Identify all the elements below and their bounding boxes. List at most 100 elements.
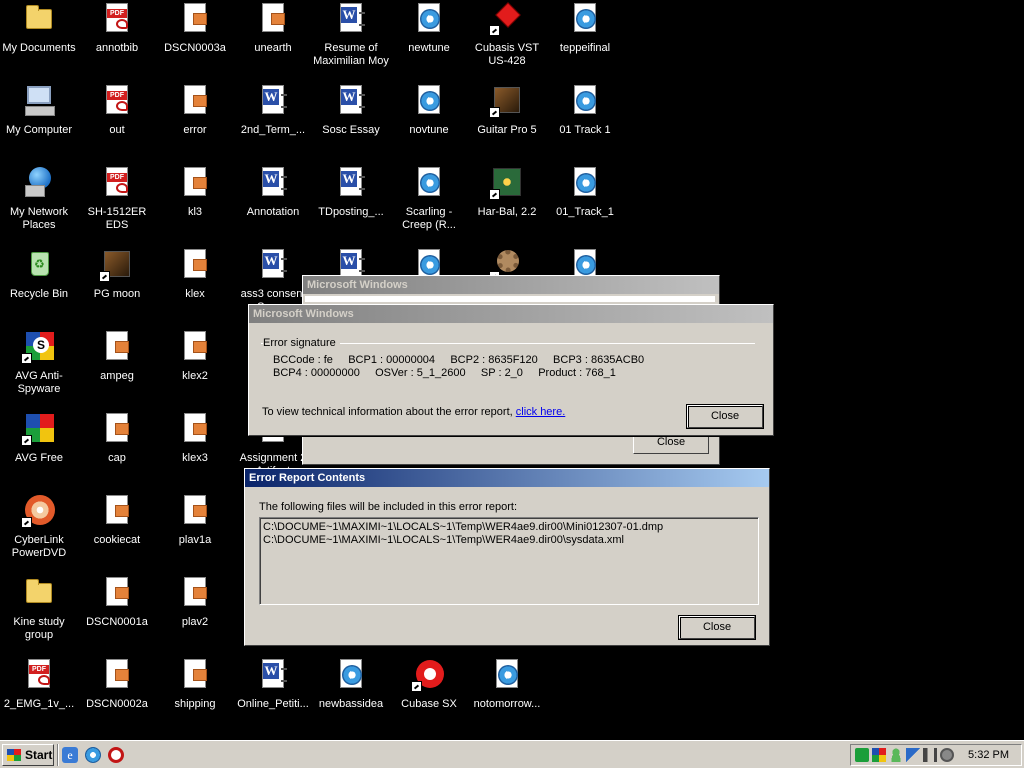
desktop-icon[interactable]: W Online_Petiti... [234, 658, 312, 711]
volume-tray-icon[interactable] [923, 748, 937, 762]
desktop-icon[interactable]: 01_Track_1 [546, 166, 624, 219]
desktop-icon-label: AVG Free [14, 452, 64, 464]
network-tray-icon[interactable] [906, 748, 920, 762]
desktop-icon[interactable]: PG moon [78, 248, 156, 301]
desktop-icon-label: Recycle Bin [9, 288, 69, 300]
desktop-icon-label: notomorrow... [473, 698, 541, 710]
desktop-icon[interactable]: PDF 2_EMG_1v_... [0, 658, 78, 711]
start-button[interactable]: Start [2, 744, 54, 766]
desktop-icon[interactable]: novtune [390, 84, 468, 137]
desktop-icon[interactable]: 01 Track 1 [546, 84, 624, 137]
desktop-icon[interactable]: DSCN0003a [156, 2, 234, 55]
guitar-pro-icon [489, 84, 523, 118]
desktop-icon-label: SH-1512ER EDS [87, 206, 147, 231]
desktop-icon[interactable]: CyberLink PowerDVD [0, 494, 78, 560]
desktop-icon[interactable]: Recycle Bin [0, 248, 78, 301]
shortcut-arrow-icon [99, 271, 110, 282]
desktop-icon[interactable]: Har-Bal, 2.2 [468, 166, 546, 219]
click-here-link[interactable]: click here. [516, 406, 566, 418]
desktop-icon[interactable]: My Computer [0, 84, 78, 137]
clock[interactable]: 5:32 PM [968, 745, 1009, 765]
back-dialog-titlebar[interactable]: Microsoft Windows [303, 276, 719, 294]
desktop-icon[interactable]: AVG Free [0, 412, 78, 465]
taskbar-separator [57, 744, 59, 766]
media-file-icon [491, 658, 523, 690]
update-tray-icon[interactable] [940, 748, 954, 762]
desktop-icon-label: plav1a [178, 534, 212, 546]
desktop-icon[interactable]: klex3 [156, 412, 234, 465]
desktop-icon[interactable]: unearth [234, 2, 312, 55]
desktop-icon-label: Resume of Maximilian Moy [313, 42, 389, 67]
desktop-icon-label: kl3 [187, 206, 203, 218]
error-close-button[interactable]: Close [687, 405, 763, 428]
desktop-icon-label: DSCN0001a [86, 616, 148, 628]
network-places-icon [23, 166, 55, 198]
my-computer-icon [23, 84, 55, 116]
desktop-icon[interactable]: notomorrow... [468, 658, 546, 711]
desktop-icon[interactable]: DSCN0001a [78, 576, 156, 629]
desktop-icon[interactable]: shipping [156, 658, 234, 711]
signature-line-1: BCCode : fe BCP1 : 00000004 BCP2 : 8635F… [273, 354, 645, 366]
contents-close-button[interactable]: Close [679, 616, 755, 639]
desktop-icon-label: DSCN0002a [86, 698, 148, 710]
desktop-icon-label: Har-Bal, 2.2 [477, 206, 537, 218]
spyware-tray-icon[interactable] [855, 748, 869, 762]
desktop-icon[interactable]: Cubasis VST US-428 [468, 2, 546, 68]
desktop-icon[interactable]: klex [156, 248, 234, 301]
media-file-icon [335, 658, 367, 690]
desktop-icon[interactable]: cookiecat [78, 494, 156, 547]
image-file-icon [179, 494, 211, 526]
desktop-icon[interactable]: PDF out [78, 84, 156, 137]
error-dialog-titlebar[interactable]: Microsoft Windows [249, 305, 773, 323]
desktop-icon[interactable]: PDF SH-1512ER EDS [78, 166, 156, 232]
avg-tray-icon[interactable] [872, 748, 886, 762]
desktop-icon[interactable]: Scarling - Creep (R... [390, 166, 468, 232]
desktop-icon-label: plav2 [181, 616, 209, 628]
desktop-icon[interactable]: Cubase SX [390, 658, 468, 711]
messenger-tray-icon[interactable] [889, 748, 903, 762]
image-file-icon [179, 248, 211, 280]
image-file-icon [101, 658, 133, 690]
start-label: Start [25, 748, 53, 762]
desktop-icon[interactable]: W Annotation [234, 166, 312, 219]
contents-dialog-titlebar[interactable]: Error Report Contents [245, 469, 769, 487]
desktop-icon[interactable]: DSCN0002a [78, 658, 156, 711]
desktop-icon[interactable]: plav1a [156, 494, 234, 547]
media-player-icon[interactable] [85, 747, 101, 763]
desktop-icon[interactable]: W TDposting_... [312, 166, 390, 219]
error-report-contents-dialog[interactable]: Error Report Contents The following file… [244, 468, 770, 646]
antivirus-quicklaunch-icon[interactable] [108, 747, 124, 763]
desktop-icon[interactable]: W Resume of Maximilian Moy [312, 2, 390, 68]
desktop-icon[interactable]: My Documents [0, 2, 78, 55]
desktop-icon[interactable]: W Sosc Essay [312, 84, 390, 137]
image-file-icon [101, 576, 133, 608]
desktop-icon[interactable]: W 2nd_Term_... [234, 84, 312, 137]
desktop-icon-label: cap [108, 452, 126, 464]
desktop-icon-label: Scarling - Creep (R... [402, 206, 456, 231]
desktop-icon[interactable]: S AVG Anti-Spyware [0, 330, 78, 396]
harbal-icon [489, 166, 523, 200]
desktop-icon[interactable]: ampeg [78, 330, 156, 383]
desktop-icon[interactable]: error [156, 84, 234, 137]
desktop-icon-label: DSCN0003a [164, 42, 226, 54]
shortcut-arrow-icon [489, 107, 500, 118]
desktop-icon[interactable]: kl3 [156, 166, 234, 219]
desktop-icon[interactable]: My Network Places [0, 166, 78, 232]
media-file-icon [413, 166, 445, 198]
ie-icon[interactable]: e [62, 747, 78, 763]
guitar-pro-icon [99, 248, 133, 282]
desktop-icon[interactable]: newtune [390, 2, 468, 55]
error-signature-dialog[interactable]: Microsoft Windows Error signature BCCode… [248, 304, 774, 436]
desktop-icon[interactable]: plav2 [156, 576, 234, 629]
desktop-icon[interactable]: klex2 [156, 330, 234, 383]
contents-intro-text: The following files will be included in … [259, 501, 518, 513]
word-document-icon: W [257, 166, 289, 198]
desktop-icon[interactable]: newbassidea [312, 658, 390, 711]
desktop-icon[interactable]: Kine study group [0, 576, 78, 642]
word-document-icon: W [335, 84, 367, 116]
desktop-icon[interactable]: Guitar Pro 5 [468, 84, 546, 137]
desktop-icon[interactable]: cap [78, 412, 156, 465]
desktop-icon[interactable]: PDF annotbib [78, 2, 156, 55]
desktop-icon[interactable]: teppeifinal [546, 2, 624, 55]
file-list-box[interactable]: C:\DOCUME~1\MAXIMI~1\LOCALS~1\Temp\WER4a… [259, 517, 759, 605]
